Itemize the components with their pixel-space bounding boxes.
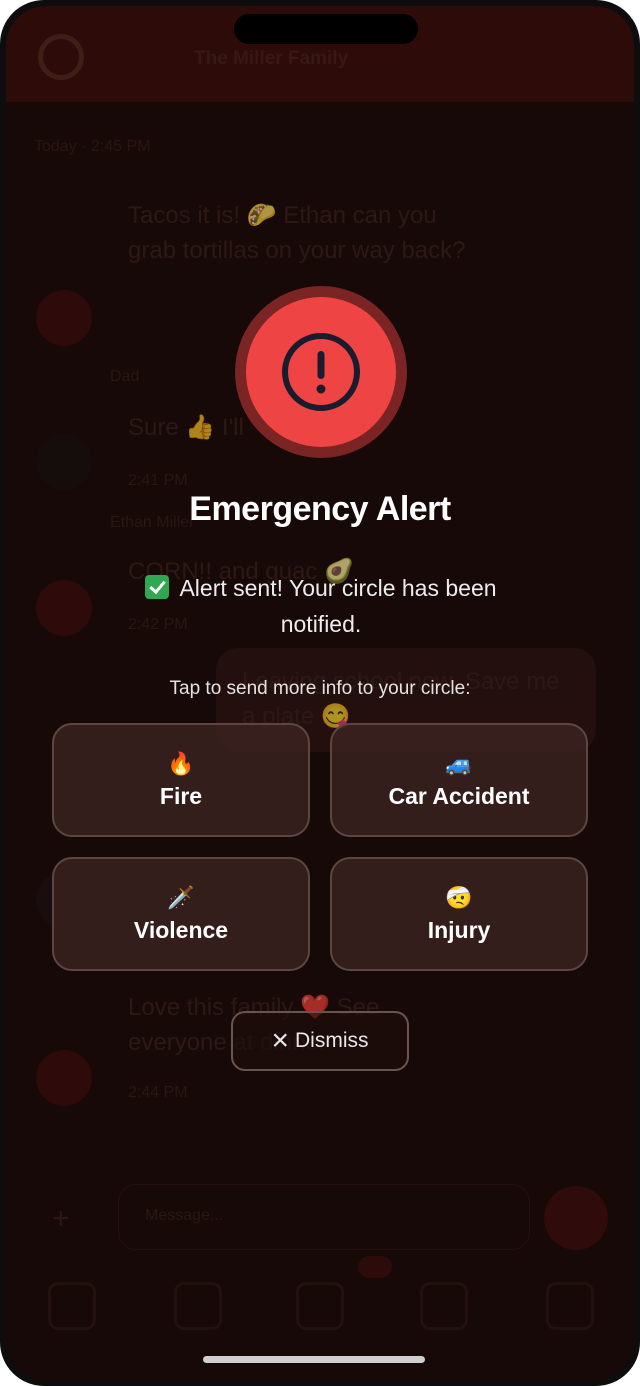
alert-sent-text: Alert sent! Your circle has been notifie… (179, 575, 497, 637)
car-icon: 🚙 (445, 750, 473, 776)
option-fire-button[interactable]: 🔥 Fire (52, 723, 310, 837)
phone-frame: The Miller Family Today · 2:45 PM Tacos … (0, 0, 640, 1386)
more-info-prompt: Tap to send more info to your circle: (169, 678, 471, 699)
option-car-accident-button[interactable]: 🚙 Car Accident (330, 723, 588, 837)
option-label: Injury (427, 916, 491, 943)
alert-badge (246, 297, 396, 447)
home-indicator[interactable] (203, 1356, 425, 1363)
injured-face-icon: 🤕 (445, 884, 473, 910)
option-violence-button[interactable]: 🗡️ Violence (52, 857, 310, 971)
close-icon: × (271, 1024, 290, 1057)
check-icon (145, 575, 170, 599)
app-screen: The Miller Family Today · 2:45 PM Tacos … (6, 6, 634, 1380)
camera-notch (234, 14, 418, 44)
alert-title: Emergency Alert (189, 490, 451, 528)
exclamation-circle-icon (282, 333, 360, 411)
option-label: Fire (159, 782, 203, 809)
dismiss-label: Dismiss (295, 1029, 369, 1052)
emergency-alert-modal: Emergency Alert Alert sent! Your circle … (6, 6, 634, 1380)
dagger-icon: 🗡️ (167, 884, 195, 910)
dismiss-button[interactable]: × Dismiss (231, 1011, 409, 1071)
option-injury-button[interactable]: 🤕 Injury (330, 857, 588, 971)
alert-sent-message: Alert sent! Your circle has been notifie… (116, 570, 526, 642)
option-label: Violence (133, 916, 229, 943)
fire-icon: 🔥 (167, 750, 195, 776)
option-label: Car Accident (388, 782, 530, 809)
